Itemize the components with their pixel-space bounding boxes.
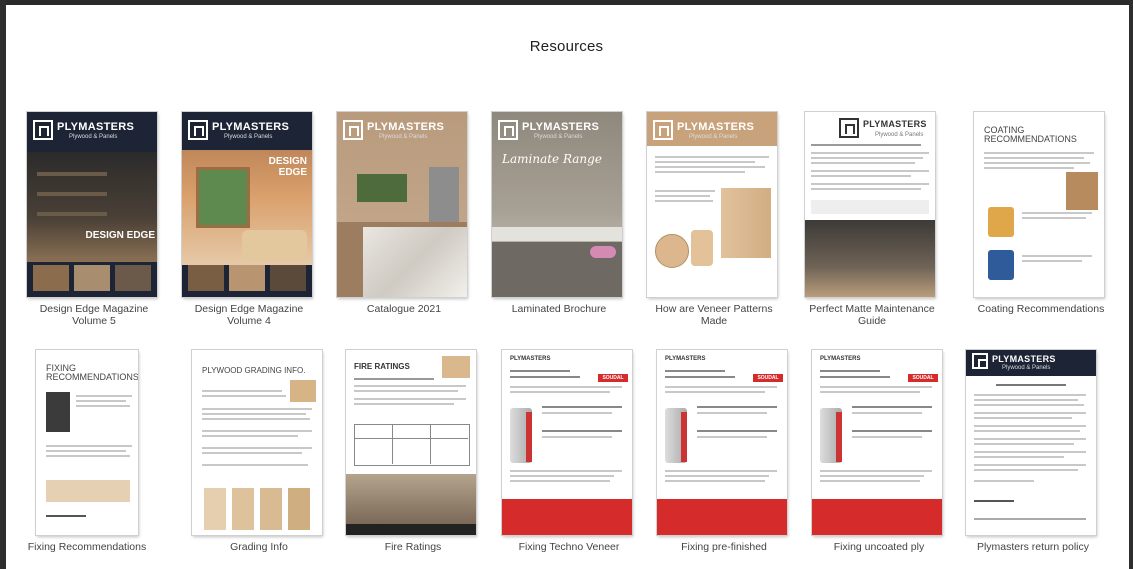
plymasters-logo: PLYMASTERS Plywood & Panels	[498, 120, 616, 142]
resource-card[interactable]: PLYMASTERS SOUDAL Fixing pre-finished	[657, 350, 791, 553]
resource-card[interactable]: PLYMASTERS Plywood & Panels Plymasters r…	[966, 350, 1100, 553]
resource-title[interactable]: Laminated Brochure	[492, 303, 626, 315]
plymasters-logo: PLYMASTERS Plywood & Panels	[839, 118, 935, 140]
cover-title-text: PLYWOOD GRADING INFO.	[202, 366, 306, 375]
cover-thumbnail[interactable]: FIXING RECOMMENDATIONS	[36, 350, 138, 535]
resource-card[interactable]: PLYWOOD GRADING INFO. Grading Info	[192, 350, 326, 553]
cover-thumbnail[interactable]: PLYMASTERS SOUDAL	[812, 350, 942, 535]
cover-thumbnail[interactable]: PLYMASTERS Plywood & Panels	[647, 112, 777, 297]
cover-thumbnail[interactable]: PLYMASTERS Plywood & Panels DESIGN EDGE	[27, 112, 157, 297]
cover-title-text: DESIGN EDGE	[85, 230, 155, 241]
cover-thumbnail[interactable]: PLYMASTERS Plywood & Panels Laminate Ran…	[492, 112, 622, 297]
resource-title[interactable]: Fixing Recommendations	[20, 541, 154, 553]
resource-title[interactable]: Design Edge Magazine Volume 4	[182, 303, 316, 327]
plymasters-logo: PLYMASTERS	[665, 356, 706, 362]
cover-thumbnail[interactable]: PLYMASTERS Plywood & Panels	[805, 112, 935, 297]
resource-card[interactable]: PLYMASTERS Plywood & Panels How are Vene…	[647, 112, 781, 327]
plymasters-logo: PLYMASTERS Plywood & Panels	[188, 120, 306, 142]
resource-title[interactable]: Perfect Matte Maintenance Guide	[805, 303, 939, 327]
soudal-logo: SOUDAL	[908, 374, 938, 382]
cover-title-text: FIRE RATINGS	[354, 362, 410, 371]
resource-card[interactable]: PLYMASTERS Plywood & Panels Laminate Ran…	[492, 112, 626, 315]
plymasters-logo: PLYMASTERS	[510, 356, 551, 362]
cover-title-text: Laminate Range	[502, 152, 602, 166]
resource-title[interactable]: Design Edge Magazine Volume 5	[27, 303, 161, 327]
resource-title[interactable]: Fixing pre-finished	[657, 541, 791, 553]
cover-thumbnail[interactable]: FIRE RATINGS	[346, 350, 476, 535]
cover-thumbnail[interactable]: PLYMASTERS SOUDAL	[657, 350, 787, 535]
plymasters-logo: PLYMASTERS Plywood & Panels	[653, 120, 771, 142]
cover-thumbnail[interactable]: PLYMASTERS Plywood & Panels DESIGN EDGE	[182, 112, 312, 297]
plymasters-logo: PLYMASTERS Plywood & Panels	[972, 353, 1090, 375]
resource-card[interactable]: PLYMASTERS SOUDAL Fixing uncoated ply	[812, 350, 946, 553]
plymasters-logo: PLYMASTERS	[820, 356, 861, 362]
resources-grid: PLYMASTERS Plywood & Panels DESIGN EDGE …	[0, 0, 1133, 569]
cover-thumbnail[interactable]: COATING RECOMMENDATIONS	[974, 112, 1104, 297]
promo-banner	[812, 499, 942, 535]
cover-thumbnail[interactable]: PLYMASTERS Plywood & Panels	[966, 350, 1096, 535]
cover-title-text: DESIGN EDGE	[268, 156, 307, 178]
cover-thumbnail[interactable]: PLYWOOD GRADING INFO.	[192, 350, 322, 535]
resource-title[interactable]: Fixing Techno Veneer	[502, 541, 636, 553]
cover-title-text: FIXING RECOMMENDATIONS	[46, 363, 138, 382]
resource-card[interactable]: FIRE RATINGS Fire Ratings	[346, 350, 480, 553]
resource-title[interactable]: Fixing uncoated ply	[812, 541, 946, 553]
resource-card[interactable]: COATING RECOMMENDATIONS Coating Recommen…	[974, 112, 1108, 315]
plymasters-logo: PLYMASTERS Plywood & Panels	[343, 120, 461, 142]
promo-banner	[657, 499, 787, 535]
resource-card[interactable]: PLYMASTERS SOUDAL Fixing Techno Veneer	[502, 350, 636, 553]
resource-card[interactable]: PLYMASTERS Plywood & Panels DESIGN EDGE …	[27, 112, 161, 327]
cover-thumbnail[interactable]: PLYMASTERS SOUDAL	[502, 350, 632, 535]
cover-title-text: COATING RECOMMENDATIONS	[984, 125, 1077, 144]
resource-card[interactable]: PLYMASTERS Plywood & Panels DESIGN EDGE …	[182, 112, 316, 327]
soudal-logo: SOUDAL	[598, 374, 628, 382]
cover-thumbnail[interactable]: PLYMASTERS Plywood & Panels	[337, 112, 467, 297]
resource-title[interactable]: Grading Info	[192, 541, 326, 553]
resource-title[interactable]: Catalogue 2021	[337, 303, 471, 315]
resource-card[interactable]: PLYMASTERS Plywood & Panels Perfect Matt…	[805, 112, 939, 327]
promo-banner	[502, 499, 632, 535]
resource-title[interactable]: How are Veneer Patterns Made	[647, 303, 781, 327]
plymasters-logo: PLYMASTERS Plywood & Panels	[33, 120, 151, 142]
resource-card[interactable]: FIXING RECOMMENDATIONS Fixing Recommenda…	[28, 350, 170, 553]
soudal-logo: SOUDAL	[753, 374, 783, 382]
resource-card[interactable]: PLYMASTERS Plywood & Panels Catalogue 20…	[337, 112, 471, 315]
resource-title[interactable]: Fire Ratings	[346, 541, 480, 553]
resource-title[interactable]: Plymasters return policy	[966, 541, 1100, 553]
resource-title[interactable]: Coating Recommendations	[974, 303, 1108, 315]
